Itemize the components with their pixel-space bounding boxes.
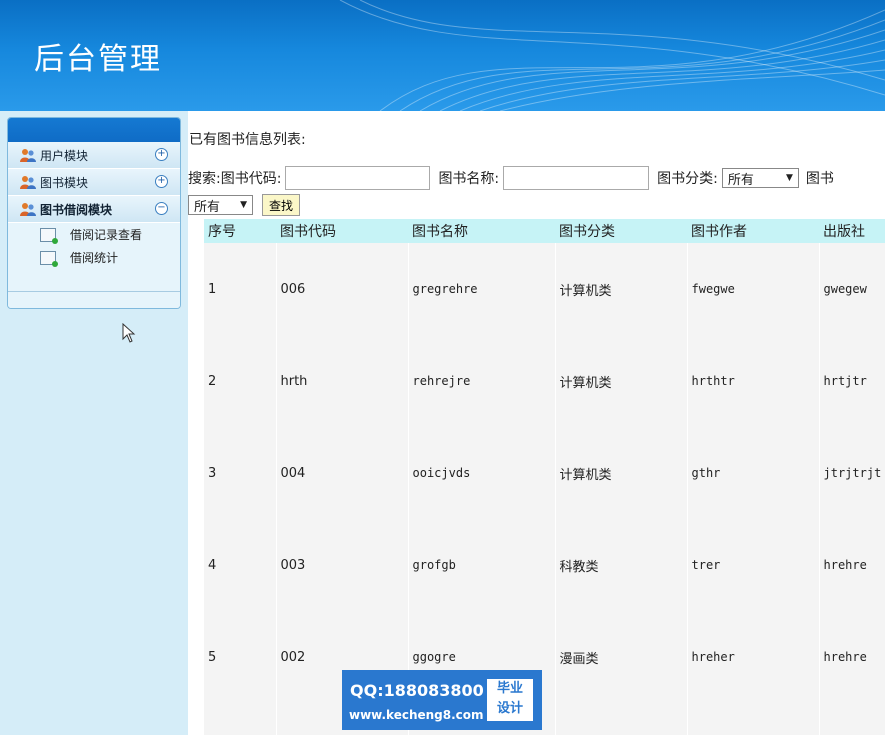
cell-code: hrth <box>275 335 408 427</box>
page-heading: 已有图书信息列表: <box>189 132 306 148</box>
sidebar-item-books[interactable]: 图书模块 + <box>8 169 180 196</box>
cell-category: 科教类 <box>554 519 687 611</box>
collapse-icon[interactable]: − <box>155 202 168 215</box>
header-banner: 后台管理 <box>0 0 885 111</box>
badge-bottom-text: 设计 <box>496 701 523 716</box>
sidebar: 用户模块 + 图书模块 + 图书借阅模块 − 借阅记录查看 借阅统计 <box>0 111 188 735</box>
dropdown-arrow-icon: ▼ <box>240 200 247 210</box>
search-button[interactable]: 查找 <box>262 194 301 216</box>
category-select[interactable]: 所有 ▼ <box>721 168 799 188</box>
expand-icon[interactable]: + <box>155 175 168 188</box>
cell-publisher: hrtjtr <box>818 335 885 427</box>
cell-publisher: hrehre <box>818 611 885 703</box>
record-icon <box>40 227 58 244</box>
cell-index: 2 <box>208 373 217 389</box>
sidebar-subitem-borrow-records[interactable]: 借阅记录查看 <box>8 223 180 246</box>
users-icon <box>20 176 36 189</box>
table-row[interactable]: 2 hrth rehrejre 计算机类 hrthtr hrtjtr <box>204 335 885 427</box>
table-row[interactable]: 3 004 ooicjvds 计算机类 gthr jtrjtrjt <box>204 427 885 519</box>
sidebar-item-borrowing[interactable]: 图书借阅模块 − <box>8 196 180 223</box>
cell-publisher: jtrjtrjt <box>818 427 885 519</box>
cell-index: 3 <box>208 465 217 481</box>
badge-top-text: 毕业 <box>496 681 523 696</box>
expand-icon[interactable]: + <box>155 148 168 161</box>
cell-author: hrthtr <box>686 335 819 427</box>
cell-name: rehrejre <box>407 335 555 427</box>
search-bar: 搜索: 图书代码: 图书名称: 图书分类: 所有 ▼ 图书 <box>188 163 885 193</box>
col-header-index: 序号 <box>208 224 236 240</box>
book-code-input[interactable] <box>285 166 431 190</box>
subitem-label: 借阅统计 <box>70 251 119 265</box>
cell-empty <box>818 703 885 735</box>
app-title: 后台管理 <box>34 42 162 77</box>
author-label: 图书 <box>805 171 834 187</box>
table-row[interactable]: 5 002 ggogre 漫画类 hreher hrehre <box>204 611 885 703</box>
cell-code: 003 <box>275 519 408 611</box>
sidebar-item-label: 用户模块 <box>40 148 89 163</box>
menu-footer <box>8 291 180 308</box>
search-prefix-label: 搜索: <box>188 171 221 187</box>
stats-icon <box>40 250 58 267</box>
menu-header-bar <box>8 118 180 142</box>
watermark-banner: QQ:188083800 www.kecheng8.com 毕业 设计 <box>342 670 542 730</box>
cell-author: gthr <box>686 427 819 519</box>
sidebar-item-users[interactable]: 用户模块 + <box>8 142 180 169</box>
author-select-value: 所有 <box>194 199 221 215</box>
book-table: 序号 图书代码 图书名称 图书分类 图书作者 出版社 1 006 gregreh… <box>204 219 885 735</box>
category-select-value: 所有 <box>727 172 754 188</box>
main-content: 已有图书信息列表: 搜索: 图书代码: 图书名称: 图书分类: 所有 ▼ 图书 … <box>188 111 885 735</box>
subitem-label: 借阅记录查看 <box>70 228 143 242</box>
cell-index: 5 <box>208 649 217 665</box>
col-header-author: 图书作者 <box>691 224 747 240</box>
code-label: 图书代码: <box>220 171 282 187</box>
table-row[interactable]: 4 003 grofgb 科教类 trer hrehre <box>204 519 885 611</box>
cell-empty <box>204 703 276 735</box>
cell-code: 004 <box>275 427 408 519</box>
cell-category: 计算机类 <box>554 427 687 519</box>
table-row[interactable]: 1 006 gregrehre 计算机类 fwegwe gwegew <box>204 243 885 335</box>
cell-category: 计算机类 <box>554 335 687 427</box>
watermark-url: www.kecheng8.com <box>349 708 484 722</box>
sidebar-menu: 用户模块 + 图书模块 + 图书借阅模块 − 借阅记录查看 借阅统计 <box>7 117 181 309</box>
author-select[interactable]: 所有 ▼ <box>188 195 253 215</box>
cell-publisher: gwegew <box>818 243 885 335</box>
cell-index: 4 <box>208 557 217 573</box>
table-row <box>204 703 885 735</box>
cell-name: grofgb <box>407 519 555 611</box>
users-icon <box>20 149 36 162</box>
table-header-row: 序号 图书代码 图书名称 图书分类 图书作者 出版社 <box>204 219 885 243</box>
cell-category: 计算机类 <box>554 243 687 335</box>
col-header-name: 图书名称 <box>412 224 468 240</box>
cell-author: fwegwe <box>686 243 819 335</box>
col-header-code: 图书代码 <box>280 224 336 240</box>
sidebar-item-label: 图书借阅模块 <box>40 202 113 217</box>
cell-code: 006 <box>275 243 408 335</box>
book-name-input[interactable] <box>503 166 650 190</box>
name-label: 图书名称: <box>438 171 500 187</box>
cell-empty <box>686 703 819 735</box>
col-header-publisher: 出版社 <box>823 224 865 240</box>
cell-name: gregrehre <box>407 243 555 335</box>
cell-name: ooicjvds <box>407 427 555 519</box>
category-label: 图书分类: <box>657 171 718 187</box>
dropdown-arrow-icon: ▼ <box>785 173 793 183</box>
watermark-qq: QQ:188083800 <box>350 681 484 700</box>
users-icon <box>20 203 36 216</box>
watermark-badge: 毕业 设计 <box>487 679 533 721</box>
col-header-category: 图书分类 <box>559 224 615 240</box>
mouse-cursor-icon <box>122 323 136 343</box>
search-row-2: 所有 ▼ 查找 <box>188 194 301 216</box>
sidebar-subitem-borrow-stats[interactable]: 借阅统计 <box>8 246 180 269</box>
cell-category: 漫画类 <box>554 611 687 703</box>
cell-index: 1 <box>208 281 217 297</box>
cell-publisher: hrehre <box>818 519 885 611</box>
cell-author: hreher <box>686 611 819 703</box>
cell-author: trer <box>686 519 819 611</box>
sidebar-item-label: 图书模块 <box>40 175 89 190</box>
cell-empty <box>554 703 687 735</box>
